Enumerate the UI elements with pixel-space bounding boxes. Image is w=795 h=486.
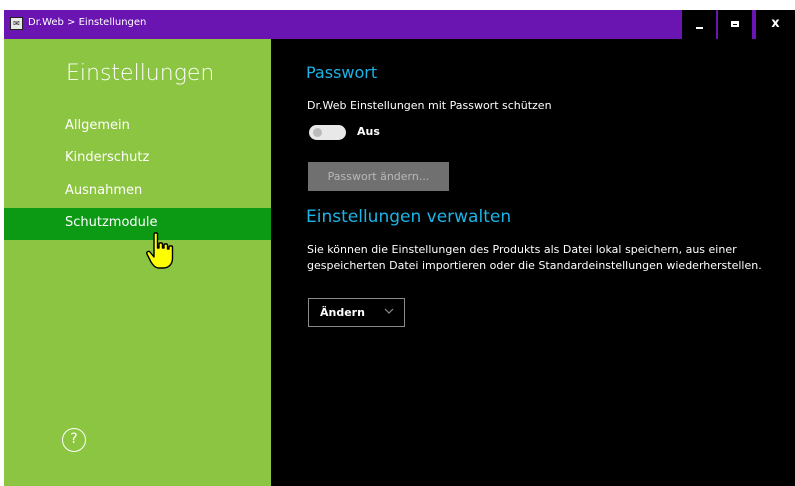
window-title: Dr.Web > Einstellungen	[28, 17, 147, 28]
password-toggle-state: Aus	[357, 125, 380, 138]
manage-description-line-2: gespeicherten Datei importieren oder die…	[307, 259, 762, 272]
sidebar-item-label: Ausnahmen	[65, 183, 143, 198]
sidebar-item-kinderschutz[interactable]: Kinderschutz	[4, 143, 271, 175]
sidebar-item-schutzmodule[interactable]: Schutzmodule	[4, 208, 271, 240]
change-password-button[interactable]: Passwort ändern...	[308, 162, 449, 191]
sidebar-item-allgemein[interactable]: Allgemein	[4, 111, 271, 143]
app-window: ✉ Dr.Web > Einstellungen x Einstellungen…	[4, 10, 795, 486]
hand-pointer-cursor-icon	[146, 232, 174, 269]
maximize-icon	[731, 21, 739, 27]
close-icon: x	[771, 16, 780, 31]
manage-settings-title: Einstellungen verwalten	[306, 207, 512, 227]
minimize-icon	[696, 27, 703, 29]
sidebar-title: Einstellungen	[66, 61, 215, 86]
password-description: Dr.Web Einstellungen mit Passwort schütz…	[307, 99, 552, 112]
sidebar-item-label: Schutzmodule	[65, 215, 158, 230]
sidebar-item-label: Allgemein	[65, 118, 130, 133]
sidebar-item-ausnahmen[interactable]: Ausnahmen	[4, 176, 271, 208]
chevron-down-icon	[384, 308, 394, 314]
sidebar: Einstellungen Allgemein Kinderschutz Aus…	[4, 39, 271, 486]
password-section-title: Passwort	[306, 63, 378, 82]
close-button[interactable]: x	[756, 10, 795, 39]
help-button[interactable]: ?	[62, 428, 86, 452]
title-bar[interactable]: ✉ Dr.Web > Einstellungen x	[4, 10, 795, 39]
app-logo-icon: ✉	[10, 17, 23, 30]
minimize-button[interactable]	[682, 10, 716, 39]
settings-content: Passwort Dr.Web Einstellungen mit Passwo…	[271, 39, 795, 486]
change-settings-dropdown[interactable]: Ändern	[308, 298, 405, 327]
dropdown-label: Ändern	[320, 306, 365, 319]
toggle-knob	[313, 128, 322, 137]
manage-description-line-1: Sie können die Einstellungen des Produkt…	[307, 243, 737, 256]
help-icon: ?	[70, 431, 78, 447]
maximize-button[interactable]	[718, 10, 752, 39]
sidebar-item-label: Kinderschutz	[65, 150, 150, 165]
password-toggle[interactable]	[309, 125, 346, 140]
